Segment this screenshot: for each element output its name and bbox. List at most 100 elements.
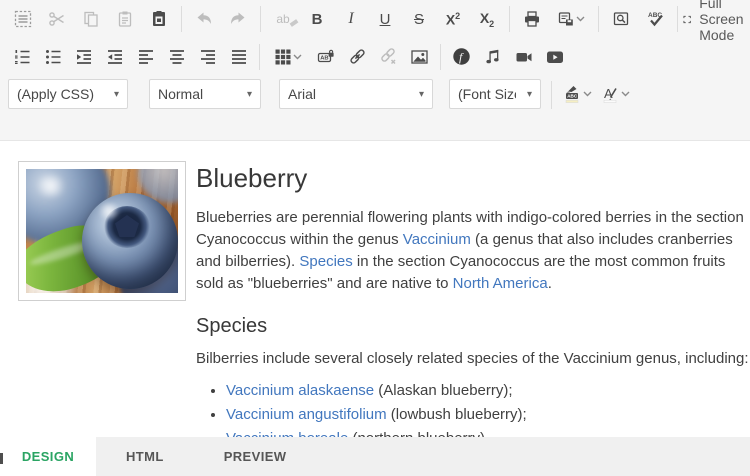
dropdown-arrow-icon: ▾ — [527, 89, 532, 100]
document-text: Blueberry Blueberries are perennial flow… — [186, 161, 750, 437]
toolbar-row-1: ab B I U S X2 X2 — [0, 0, 750, 38]
image-icon — [410, 48, 429, 66]
align-left-button[interactable] — [130, 42, 161, 72]
font-color-icon: A — [600, 84, 620, 104]
select-all-button[interactable] — [6, 4, 40, 34]
link-vaccinium-boreale[interactable]: Vaccinium boreale — [226, 430, 348, 437]
export-button[interactable] — [549, 4, 593, 34]
species-list: Vaccinium alaskaense (Alaskan blueberry)… — [196, 379, 750, 437]
unlink-icon — [379, 47, 398, 66]
tab-html[interactable]: HTML — [96, 437, 194, 476]
fullscreen-label: Full Screen Mode — [699, 0, 750, 43]
paragraph-style-dropdown[interactable]: Normal ▾ — [149, 79, 261, 109]
chevron-down-icon — [576, 16, 585, 22]
bold-button[interactable]: B — [300, 4, 334, 34]
bold-label: B — [312, 11, 323, 28]
remove-link-button[interactable] — [373, 42, 404, 72]
photo-berry-main-highlight — [96, 203, 122, 219]
font-family-value: Arial — [288, 86, 316, 102]
link-north-america[interactable]: North America — [453, 275, 548, 292]
subscript-label: X2 — [480, 10, 494, 29]
list-item-text: (lowbush blueberry); — [387, 406, 527, 423]
separator — [440, 44, 441, 70]
separator — [509, 6, 510, 32]
cut-button[interactable] — [40, 4, 74, 34]
insert-image-button[interactable] — [404, 42, 435, 72]
table-icon — [274, 48, 292, 66]
insert-audio-button[interactable] — [477, 42, 508, 72]
svg-text:AB: AB — [320, 55, 328, 61]
species-heading: Species — [196, 315, 750, 338]
export-icon — [557, 10, 575, 28]
youtube-icon — [546, 48, 564, 66]
italic-button[interactable]: I — [334, 4, 368, 34]
preview-button[interactable] — [604, 4, 638, 34]
undo-icon — [195, 11, 213, 27]
bullet-list-button[interactable] — [37, 42, 68, 72]
redo-button[interactable] — [221, 4, 255, 34]
tabstrip: HTML PREVIEW — [96, 437, 750, 476]
font-color-button[interactable]: A — [600, 79, 630, 109]
link-vaccinium-angustifolium[interactable]: Vaccinium angustifolium — [226, 406, 387, 423]
align-right-icon — [199, 48, 217, 66]
subscript-button[interactable]: X2 — [470, 4, 504, 34]
insert-link-button[interactable] — [342, 42, 373, 72]
separator — [181, 6, 182, 32]
paste-icon — [116, 10, 134, 28]
tab-design[interactable]: DESIGN — [0, 437, 96, 476]
font-family-dropdown[interactable]: Arial ▾ — [279, 79, 433, 109]
spellcheck-button[interactable]: ABC — [638, 4, 672, 34]
editor-toolbar: ab B I U S X2 X2 — [0, 0, 750, 141]
separator — [259, 44, 260, 70]
rich-text-editor: ab B I U S X2 X2 — [0, 0, 750, 476]
fullscreen-button[interactable]: Full Screen Mode — [683, 0, 750, 43]
species-intro: Bilberries include several closely relat… — [196, 348, 750, 370]
link-vaccinium-alaskaense[interactable]: Vaccinium alaskaense — [226, 382, 374, 399]
list-item-text: (Alaskan blueberry); — [374, 382, 512, 399]
separator — [260, 6, 261, 32]
align-center-icon — [168, 48, 186, 66]
editor-canvas[interactable]: Blueberry Blueberries are perennial flow… — [0, 141, 750, 437]
insert-table-button[interactable] — [265, 42, 311, 72]
apply-css-dropdown[interactable]: (Apply CSS) ▾ — [8, 79, 128, 109]
blueberry-image[interactable] — [18, 161, 186, 301]
outdent-button[interactable] — [99, 42, 130, 72]
video-camera-icon — [515, 48, 533, 66]
separator — [551, 81, 552, 109]
superscript-button[interactable]: X2 — [436, 4, 470, 34]
format-stripper-icon: ab — [276, 12, 289, 26]
copy-button[interactable] — [74, 4, 108, 34]
ordered-list-button[interactable] — [6, 42, 37, 72]
ab-lock-button[interactable]: AB — [311, 42, 342, 72]
insert-flash-button[interactable]: f — [446, 42, 477, 72]
indent-button[interactable] — [68, 42, 99, 72]
paste-button[interactable] — [108, 4, 142, 34]
tab-preview[interactable]: PREVIEW — [194, 437, 317, 476]
insert-video-button[interactable] — [508, 42, 539, 72]
link-species[interactable]: Species — [299, 253, 352, 270]
align-center-button[interactable] — [161, 42, 192, 72]
link-vaccinium[interactable]: Vaccinium — [403, 231, 471, 248]
outdent-icon — [106, 48, 124, 66]
strikethrough-button[interactable]: S — [402, 4, 436, 34]
highlight-color-button[interactable]: ABC — [562, 79, 592, 109]
print-icon — [523, 10, 541, 28]
list-item: Vaccinium angustifolium (lowbush blueber… — [226, 403, 750, 427]
underline-button[interactable]: U — [368, 4, 402, 34]
chevron-down-icon — [621, 91, 630, 97]
svg-text:ABC: ABC — [567, 94, 578, 99]
format-stripper-button[interactable]: ab — [266, 4, 300, 34]
link-icon — [348, 47, 367, 66]
undo-button[interactable] — [187, 4, 221, 34]
strikethrough-label: S — [414, 11, 424, 28]
insert-youtube-button[interactable] — [539, 42, 570, 72]
print-button[interactable] — [515, 4, 549, 34]
paste-from-word-button[interactable] — [142, 4, 176, 34]
align-right-button[interactable] — [192, 42, 223, 72]
dropdown-arrow-icon: ▾ — [419, 89, 424, 100]
indent-icon — [75, 48, 93, 66]
list-item-text: (northern blueberry). — [348, 430, 489, 437]
toolbar-row-3: (Apply CSS) ▾ Normal ▾ Arial ▾ (Font Siz… — [0, 75, 750, 144]
justify-button[interactable] — [223, 42, 254, 72]
font-size-dropdown[interactable]: (Font Size) ▾ — [449, 79, 541, 109]
